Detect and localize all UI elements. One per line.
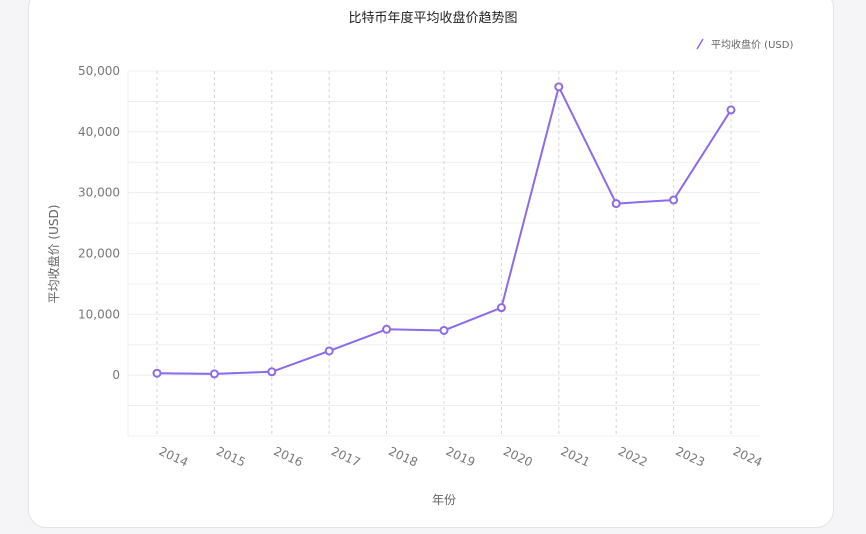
x-tick-label: 2017: [329, 444, 363, 470]
x-tick-label: 2021: [559, 444, 593, 470]
y-tick-label: 20,000: [78, 247, 120, 261]
x-tick-label: 2024: [731, 444, 765, 470]
x-tick-label: 2022: [616, 444, 650, 470]
data-point: [382, 324, 392, 334]
line-chart: 比特币年度平均收盘价趋势图 平均收盘价 (USD) 0 10,000 20,000 3…: [46, 10, 793, 507]
y-tick-label: 10,000: [78, 307, 120, 321]
data-point: [496, 303, 506, 313]
x-tick-label: 2019: [444, 444, 478, 470]
x-tick-label: 2016: [272, 444, 306, 470]
data-point: [267, 367, 277, 377]
data-point: [152, 368, 162, 378]
y-tick-label: 50,000: [78, 64, 120, 78]
x-tick-label: 2018: [386, 444, 420, 470]
x-tick-label: 2020: [501, 444, 535, 470]
x-tick-label: 2015: [214, 444, 248, 470]
y-tick-label: 40,000: [78, 125, 120, 139]
data-point: [209, 369, 219, 379]
data-point: [669, 195, 679, 205]
data-point: [439, 325, 449, 335]
data-point: [726, 105, 736, 115]
chart-title: 比特币年度平均收盘价趋势图: [348, 10, 517, 26]
data-point: [554, 82, 564, 92]
plot-area: 0 10,000 20,000 30,000 40,000 50,000 2014 2015 2…: [78, 64, 764, 470]
x-axis-title: 年份: [432, 493, 456, 507]
x-tick-label: 2023: [673, 444, 707, 470]
y-tick-label: 30,000: [78, 186, 120, 200]
legend: 平均收盘价 (USD): [696, 38, 793, 51]
data-point: [324, 346, 334, 356]
y-tick-label: 0: [112, 368, 120, 382]
legend-label: 平均收盘价 (USD): [711, 38, 793, 51]
x-tick-label: 2014: [157, 444, 191, 470]
data-point: [611, 199, 621, 209]
legend-line-marker: [696, 38, 704, 50]
y-axis-title: 平均收盘价 (USD): [46, 205, 61, 304]
